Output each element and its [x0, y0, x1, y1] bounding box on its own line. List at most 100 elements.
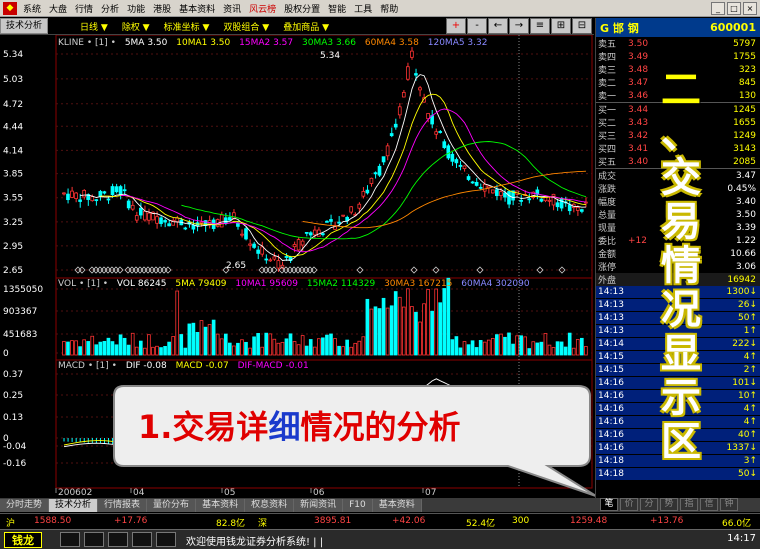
volume-bar: [284, 338, 289, 356]
zoom-in-button[interactable]: +: [446, 18, 466, 34]
combine-dropdown[interactable]: 双股组合 ▼: [223, 20, 269, 33]
menu-item-news[interactable]: 资讯: [219, 2, 245, 15]
volume-bar: [414, 311, 418, 356]
sell-order-price: 3.50: [628, 38, 649, 49]
bottom-tab[interactable]: 权息资料: [245, 498, 295, 512]
right-tab[interactable]: 信: [700, 498, 718, 511]
close-button[interactable]: ×: [743, 1, 757, 15]
menu-item-quotes[interactable]: 行情: [71, 2, 97, 15]
maximize-button[interactable]: □: [727, 1, 741, 15]
candle-body: [143, 210, 147, 221]
menu-item-help[interactable]: 帮助: [376, 2, 402, 15]
bottom-tab[interactable]: 新闻资讯: [294, 498, 344, 512]
stat-label: 金额: [598, 250, 617, 260]
volume-bar: [551, 347, 556, 356]
candle-body: [361, 190, 366, 197]
right-tab[interactable]: 分: [640, 498, 658, 511]
menu-item-functions[interactable]: 功能: [123, 2, 149, 15]
shortcut-5-icon[interactable]: [156, 532, 176, 547]
technical-chart[interactable]: 5.34 5.03 4.72 4.44 4.14 3.85 3.55 3.25 2.95 2.65…: [0, 34, 594, 498]
buy-order-price: 3.41: [628, 143, 649, 154]
menu-item-analysis[interactable]: 分析: [97, 2, 123, 15]
volume-bar: [276, 342, 281, 356]
layout-icon[interactable]: ⊟: [572, 18, 592, 34]
volume-bar: [179, 334, 184, 356]
volume-bar: [308, 339, 313, 356]
adjust-dropdown[interactable]: 除权 ▼: [122, 20, 150, 33]
bottom-tab[interactable]: 基本资料: [196, 498, 246, 512]
grid-icon[interactable]: ⊞: [551, 18, 571, 34]
shortcut-1-icon[interactable]: [60, 532, 80, 547]
status-bar: 钱龙 欢迎使用钱龙证券分析系统! | | 14:17: [0, 529, 760, 549]
tick-time: 14:14: [598, 339, 624, 349]
right-tab[interactable]: 指: [680, 498, 698, 511]
volume-bar: [256, 333, 260, 356]
tab-technical-analysis[interactable]: 技术分析: [0, 18, 49, 34]
volume-bar: [519, 335, 523, 356]
zoom-out-button[interactable]: -: [467, 18, 487, 34]
candle-body: [191, 224, 196, 230]
bottom-tab[interactable]: 行情报表: [98, 498, 148, 512]
buy-order-volume: 1249: [733, 130, 756, 141]
tick-list[interactable]: 14:13 1300↓ 14:13 26↓ 14:13 50↑ 14:13 1↑ 14:14 22…: [596, 286, 760, 481]
volume-bar: [147, 334, 151, 356]
menu-item-split-share[interactable]: 股权分置: [280, 2, 324, 15]
minimize-button[interactable]: _: [711, 1, 725, 15]
menu-item-ranking[interactable]: 风云榜: [245, 2, 280, 15]
shortcut-2-icon[interactable]: [84, 532, 104, 547]
tick-time: 14:13: [598, 300, 624, 310]
menu-item-system[interactable]: 系统: [19, 2, 45, 15]
volume-bar: [66, 341, 70, 356]
sz-value: 3895.81: [314, 516, 352, 526]
volume-bar: [333, 338, 337, 356]
candle-body: [575, 206, 580, 211]
menu-item-smart[interactable]: 智能: [324, 2, 350, 15]
right-tab[interactable]: 价: [620, 498, 638, 511]
bottom-tab[interactable]: F10: [343, 498, 373, 512]
volume-bar: [240, 339, 244, 356]
scroll-left-button[interactable]: ←: [488, 18, 508, 34]
coordinate-dropdown[interactable]: 标准坐标 ▼: [164, 20, 210, 33]
date-axis-label: 200602: [58, 488, 92, 497]
candle-body: [321, 233, 325, 236]
shortcut-4-icon[interactable]: [132, 532, 152, 547]
scroll-right-button[interactable]: →: [509, 18, 529, 34]
list-icon[interactable]: ≡: [530, 18, 550, 34]
menu-item-hk[interactable]: 港股: [149, 2, 175, 15]
right-tab[interactable]: 势: [660, 498, 678, 511]
volume-bar: [389, 305, 394, 356]
menu-item-market[interactable]: 大盘: [45, 2, 71, 15]
volume-bar: [62, 341, 66, 356]
bottom-tab[interactable]: 分时走势: [0, 498, 50, 512]
candle-body: [503, 192, 507, 198]
macd-axis-label: -0.04: [3, 442, 27, 452]
volume-bar: [575, 339, 580, 356]
period-dropdown[interactable]: 日线 ▼: [80, 20, 108, 33]
chart-canvas[interactable]: 5.34 5.03 4.72 4.44 4.14 3.85 3.55 3.25 2.95 2.65…: [0, 34, 594, 498]
volume-bar: [442, 288, 447, 356]
tick-row: 14:16 40↑: [596, 429, 760, 442]
menu-item-tools[interactable]: 工具: [350, 2, 376, 15]
bottom-tab[interactable]: 量价分布: [147, 498, 197, 512]
macd-frame: [55, 359, 593, 489]
buy-order-label: 买一: [598, 106, 617, 116]
candle-body: [264, 258, 269, 261]
buy-order-volume: 3143: [733, 143, 756, 154]
candle-body: [256, 249, 260, 254]
shortcut-3-icon[interactable]: [108, 532, 128, 547]
volume-bar: [94, 344, 99, 356]
candle-body: [66, 193, 70, 201]
right-tab[interactable]: 笔: [600, 498, 618, 511]
sh-change: +17.76: [114, 516, 148, 526]
menu-item-fundamentals[interactable]: 基本资料: [175, 2, 219, 15]
candle-body: [114, 186, 119, 193]
stat-label: 总量: [598, 211, 617, 221]
tick-row: 14:16 4↑: [596, 403, 760, 416]
macd-axis-label: -0.16: [3, 459, 27, 469]
bottom-tab[interactable]: 基本资料: [372, 498, 422, 512]
tick-volume: 3↑: [743, 456, 757, 466]
overlay-dropdown[interactable]: 叠加商品 ▼: [283, 20, 329, 33]
right-tab[interactable]: 钟: [720, 498, 738, 511]
bottom-tab[interactable]: 技术分析: [49, 498, 99, 512]
volume-bar: [478, 340, 483, 356]
